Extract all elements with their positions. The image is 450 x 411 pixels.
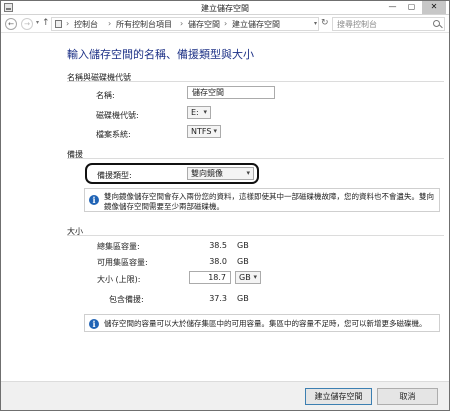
drive-letter-label: 磁碟機代號: — [96, 111, 139, 120]
max-size-unit-value: GB — [239, 273, 251, 282]
name-field[interactable]: 儲存空間 — [187, 86, 275, 99]
resiliency-type-value: 雙向鏡像 — [191, 169, 223, 178]
breadcrumb-separator: › — [224, 19, 228, 28]
divider — [67, 81, 444, 82]
breadcrumb-create-storage-space[interactable]: 建立儲存空間 — [232, 19, 280, 30]
breadcrumb-storage-spaces[interactable]: 儲存空間 — [188, 19, 220, 30]
search-placeholder: 搜尋控制台 — [337, 20, 377, 29]
including-resiliency-value: 37.3 — [209, 294, 227, 303]
total-capacity-unit: GB — [237, 241, 249, 250]
search-input[interactable]: 搜尋控制台 — [332, 17, 445, 31]
total-capacity-label: 總集區容量: — [97, 242, 140, 251]
breadcrumb-separator: › — [66, 19, 70, 28]
breadcrumb-separator: › — [108, 19, 112, 28]
available-capacity-label: 可用集區容量: — [97, 258, 148, 267]
chevron-down-icon: ▾ — [246, 169, 250, 177]
name-label: 名稱: — [96, 91, 115, 100]
including-resiliency-label: 包含備援: — [109, 295, 144, 304]
divider — [67, 158, 444, 159]
info-icon: i — [89, 195, 99, 205]
breadcrumb-separator: › — [180, 19, 184, 28]
recent-locations-chevron-icon[interactable]: ▾ — [36, 19, 39, 26]
breadcrumb[interactable]: › 控制台 › 所有控制台項目 › 儲存空間 › 建立儲存空間 ▾ — [51, 17, 319, 31]
max-size-label: 大小 (上限): — [97, 275, 141, 284]
including-resiliency-unit: GB — [237, 294, 249, 303]
file-system-label: 檔案系統: — [96, 130, 131, 139]
create-storage-space-button[interactable]: 建立儲存空間 — [305, 388, 372, 405]
chevron-down-icon: ▾ — [253, 273, 257, 281]
available-capacity-unit: GB — [237, 257, 249, 266]
available-capacity-value: 38.0 — [209, 257, 227, 266]
close-button[interactable]: ✕ — [422, 1, 446, 14]
max-size-input[interactable]: 18.7 — [189, 271, 231, 284]
address-bar: ← → ▾ ↑ › 控制台 › 所有控制台項目 › 儲存空間 › 建立儲存空間 … — [1, 15, 449, 33]
divider — [67, 235, 444, 236]
file-system-select[interactable]: NTFS ▾ — [187, 125, 221, 138]
cancel-button[interactable]: 取消 — [377, 388, 438, 405]
size-info-box: i 儲存空間的容量可以大於儲存集區中的可用容量。集區中的容量不足時，您可以新增更… — [84, 314, 440, 332]
page-title: 輸入儲存空間的名稱、備援類型與大小 — [67, 48, 254, 61]
resiliency-info-text: 雙向鏡像儲存空間會存入兩份您的資料，這樣即使其中一部磁碟機故障，您的資料也不會遺… — [104, 192, 434, 211]
maximize-button[interactable]: ▢ — [403, 1, 420, 14]
max-size-unit-select[interactable]: GB ▾ — [235, 271, 261, 284]
resiliency-info-box: i 雙向鏡像儲存空間會存入兩份您的資料，這樣即使其中一部磁碟機故障，您的資料也不… — [84, 188, 440, 212]
control-panel-icon — [55, 20, 62, 28]
window-title: 建立儲存空間 — [201, 4, 249, 13]
drive-letter-select[interactable]: E: ▾ — [187, 106, 211, 119]
total-capacity-value: 38.5 — [209, 241, 227, 250]
info-icon: i — [89, 319, 99, 329]
size-info-text: 儲存空間的容量可以大於儲存集區中的可用容量。集區中的容量不足時，您可以新增更多磁… — [104, 319, 427, 328]
create-storage-space-window: 建立儲存空間 — ▢ ✕ ← → ▾ ↑ › 控制台 › 所有控制台項目 › 儲… — [0, 0, 450, 411]
breadcrumb-all-items[interactable]: 所有控制台項目 — [116, 19, 172, 30]
chevron-down-icon[interactable]: ▾ — [314, 20, 317, 27]
search-icon — [433, 20, 440, 27]
title-bar: 建立儲存空間 — ▢ ✕ — [1, 1, 449, 15]
refresh-icon[interactable]: ↻ — [321, 18, 329, 28]
drive-letter-value: E: — [191, 108, 199, 117]
minimize-button[interactable]: — — [384, 1, 401, 14]
resiliency-type-select[interactable]: 雙向鏡像 ▾ — [187, 167, 254, 180]
up-arrow-icon[interactable]: ↑ — [42, 18, 50, 28]
chevron-down-icon: ▾ — [203, 108, 207, 116]
chevron-down-icon: ▾ — [213, 127, 217, 135]
file-system-value: NTFS — [191, 127, 212, 136]
forward-icon[interactable]: → — [21, 18, 33, 30]
breadcrumb-control-panel[interactable]: 控制台 — [74, 19, 98, 30]
back-icon[interactable]: ← — [5, 18, 17, 30]
resiliency-type-label: 備援類型: — [97, 171, 132, 180]
